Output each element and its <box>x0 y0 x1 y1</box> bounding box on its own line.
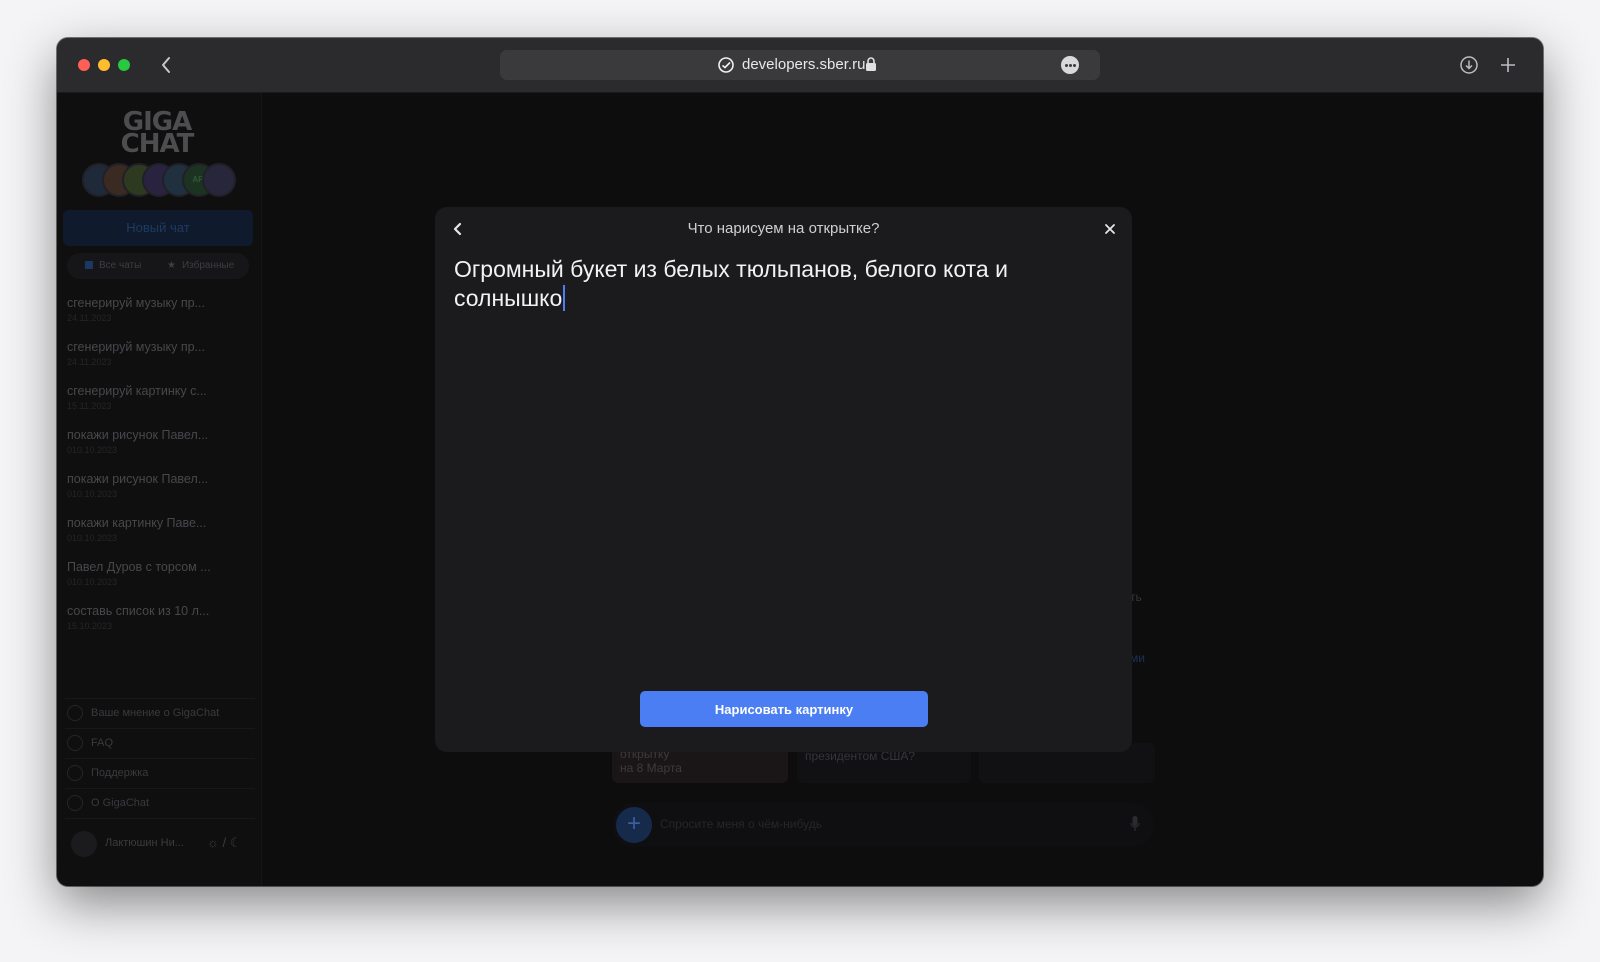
chat-list-item[interactable]: сгенерируй музыку пр... 24.11.2023 <box>67 340 253 367</box>
microphone-icon[interactable] <box>1130 816 1140 832</box>
info-icon <box>67 795 83 812</box>
new-tab-icon[interactable] <box>1497 54 1519 76</box>
sun-icon: ☼ <box>207 835 223 850</box>
feedback-icon <box>67 705 83 722</box>
feature-bubbles: API <box>82 163 236 197</box>
support-icon <box>67 765 83 782</box>
divider <box>65 698 255 699</box>
divider <box>65 818 255 819</box>
tab-favorites[interactable]: ★ Избранные <box>167 260 234 271</box>
background-partial-link: ми <box>1130 651 1145 665</box>
address-bar[interactable]: developers.sber.ru <box>500 50 1100 80</box>
gigachat-logo: GIGA CHAT <box>120 107 195 159</box>
browser-toolbar: developers.sber.ru <box>57 38 1543 93</box>
user-profile[interactable]: Лактюшин Ни... ☼ / ☾ <box>67 831 257 859</box>
attach-plus-icon[interactable]: + <box>616 807 652 843</box>
chat-list-item[interactable]: Павел Дуров с торсом ... 010.10.2023 <box>67 560 253 587</box>
bubble-icon[interactable] <box>202 163 236 197</box>
modal-title: Что нарисуем на открытке? <box>687 220 880 237</box>
chat-list-item[interactable]: покажи рисунок Павел... 010.10.2023 <box>67 428 253 455</box>
chat-filter-tabs: Все чаты ★ Избранные <box>67 253 249 279</box>
theme-toggle[interactable]: ☼ / ☾ <box>207 835 241 851</box>
chat-list-item[interactable]: сгенерируй музыку пр... 24.11.2023 <box>67 296 253 323</box>
close-icon[interactable] <box>1102 221 1118 237</box>
url-text: developers.sber.ru <box>742 56 866 73</box>
back-arrow-icon[interactable] <box>157 54 177 76</box>
chats-icon <box>85 261 93 270</box>
chat-list-item[interactable]: покажи картинку Паве... 010.10.2023 <box>67 516 253 543</box>
chat-list-item[interactable]: сгенерируй картинку с... 15.11.2023 <box>67 384 253 411</box>
feedback-link[interactable]: Ваше мнение о GigaChat <box>67 701 253 725</box>
support-link[interactable]: Поддержка <box>67 761 253 785</box>
sber-logo-icon <box>718 57 734 73</box>
close-window-button[interactable] <box>78 59 90 71</box>
text-caret <box>563 285 566 311</box>
draw-postcard-modal: Что нарисуем на открытке? Огромный букет… <box>435 207 1132 752</box>
prompt-textarea[interactable]: Огромный букет из белых тюльпанов, белог… <box>454 255 1094 313</box>
message-input[interactable]: + Спросите меня о чём-нибудь <box>612 803 1154 847</box>
moon-icon: ☾ <box>226 835 242 850</box>
faq-icon <box>67 735 83 752</box>
avatar <box>71 831 97 857</box>
about-link[interactable]: О GigaChat <box>67 791 253 815</box>
download-icon[interactable] <box>1458 54 1480 76</box>
zoom-window-button[interactable] <box>118 59 130 71</box>
prompt-text: Огромный букет из белых тюльпанов, белог… <box>454 256 1008 311</box>
chat-list-item[interactable]: составь список из 10 л... 15.10.2023 <box>67 604 253 631</box>
star-icon: ★ <box>167 260 176 271</box>
new-chat-button[interactable]: Новый чат <box>63 210 253 246</box>
faq-link[interactable]: FAQ <box>67 731 253 755</box>
sidebar: GIGA CHAT API Новый чат Все чаты ★ Избран… <box>57 93 262 886</box>
divider <box>65 728 255 729</box>
tab-all-chats[interactable]: Все чаты <box>85 260 141 271</box>
browser-window: developers.sber.ru GIGA CHAT API Новый ч… <box>57 38 1543 886</box>
divider <box>65 758 255 759</box>
minimize-window-button[interactable] <box>98 59 110 71</box>
more-options-icon[interactable] <box>1061 56 1079 74</box>
chat-list-item[interactable]: покажи рисунок Павел... 010.10.2023 <box>67 472 253 499</box>
divider <box>65 788 255 789</box>
lock-icon <box>865 57 877 72</box>
draw-picture-button[interactable]: Нарисовать картинку <box>640 691 928 727</box>
